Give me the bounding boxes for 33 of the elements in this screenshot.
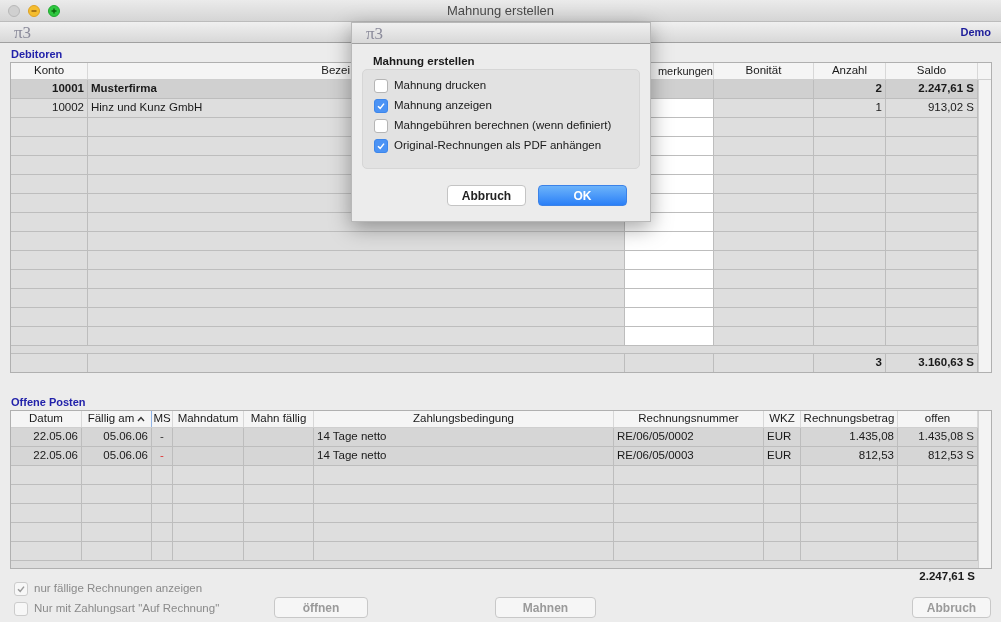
checkbox-label: Mahnung drucken [394, 78, 487, 94]
table-cell: 14 Tage netto [314, 447, 614, 465]
dunning-level: - [160, 450, 164, 462]
checkbox-label: Mahnung anzeigen [394, 98, 492, 114]
checkbox-label: nur fällige Rechnungen anzeigen [34, 581, 203, 597]
table-cell: 1 [814, 99, 886, 117]
checkbox-label: Nur mit Zahlungsart "Auf Rechnung" [34, 601, 220, 617]
window-title: Mahnung erstellen [447, 2, 554, 21]
table-cell: 22.05.06 [11, 447, 82, 465]
table-cell: 812,53 [801, 447, 898, 465]
table-cell: 2 [814, 80, 886, 98]
table-cell: 05.06.06 [82, 447, 152, 465]
table-cell: RE/06/05/0002 [614, 428, 764, 446]
table-cell: EUR [764, 447, 801, 465]
total-open: 2.247,61 S [919, 568, 975, 584]
dunning-level: - [160, 431, 164, 443]
checkbox-label: Original-Rechnungen als PDF anhängen [394, 138, 602, 154]
table-cell: 1.435,08 [801, 428, 898, 446]
total-count: 3 [814, 354, 886, 372]
section-title: Debitoren [10, 47, 63, 62]
section-title: Offene Posten [10, 395, 86, 410]
table-cell: RE/06/05/0003 [614, 447, 764, 465]
demo-label: Demo [960, 24, 991, 40]
table-cell: 10002 [11, 99, 88, 117]
dialog-title: Mahnung erstellen [373, 54, 476, 68]
table-cell: 14 Tage netto [314, 428, 614, 446]
table-cell: 05.06.06 [82, 428, 152, 446]
checkbox-label: Mahngebühren berechnen (wenn definiert) [394, 118, 612, 134]
app-logo: π3 [14, 23, 32, 41]
table-cell: EUR [764, 428, 801, 446]
table-cell: 10001 [11, 80, 88, 98]
table-cell: 22.05.06 [11, 428, 82, 446]
app-logo: π3 [366, 24, 384, 42]
